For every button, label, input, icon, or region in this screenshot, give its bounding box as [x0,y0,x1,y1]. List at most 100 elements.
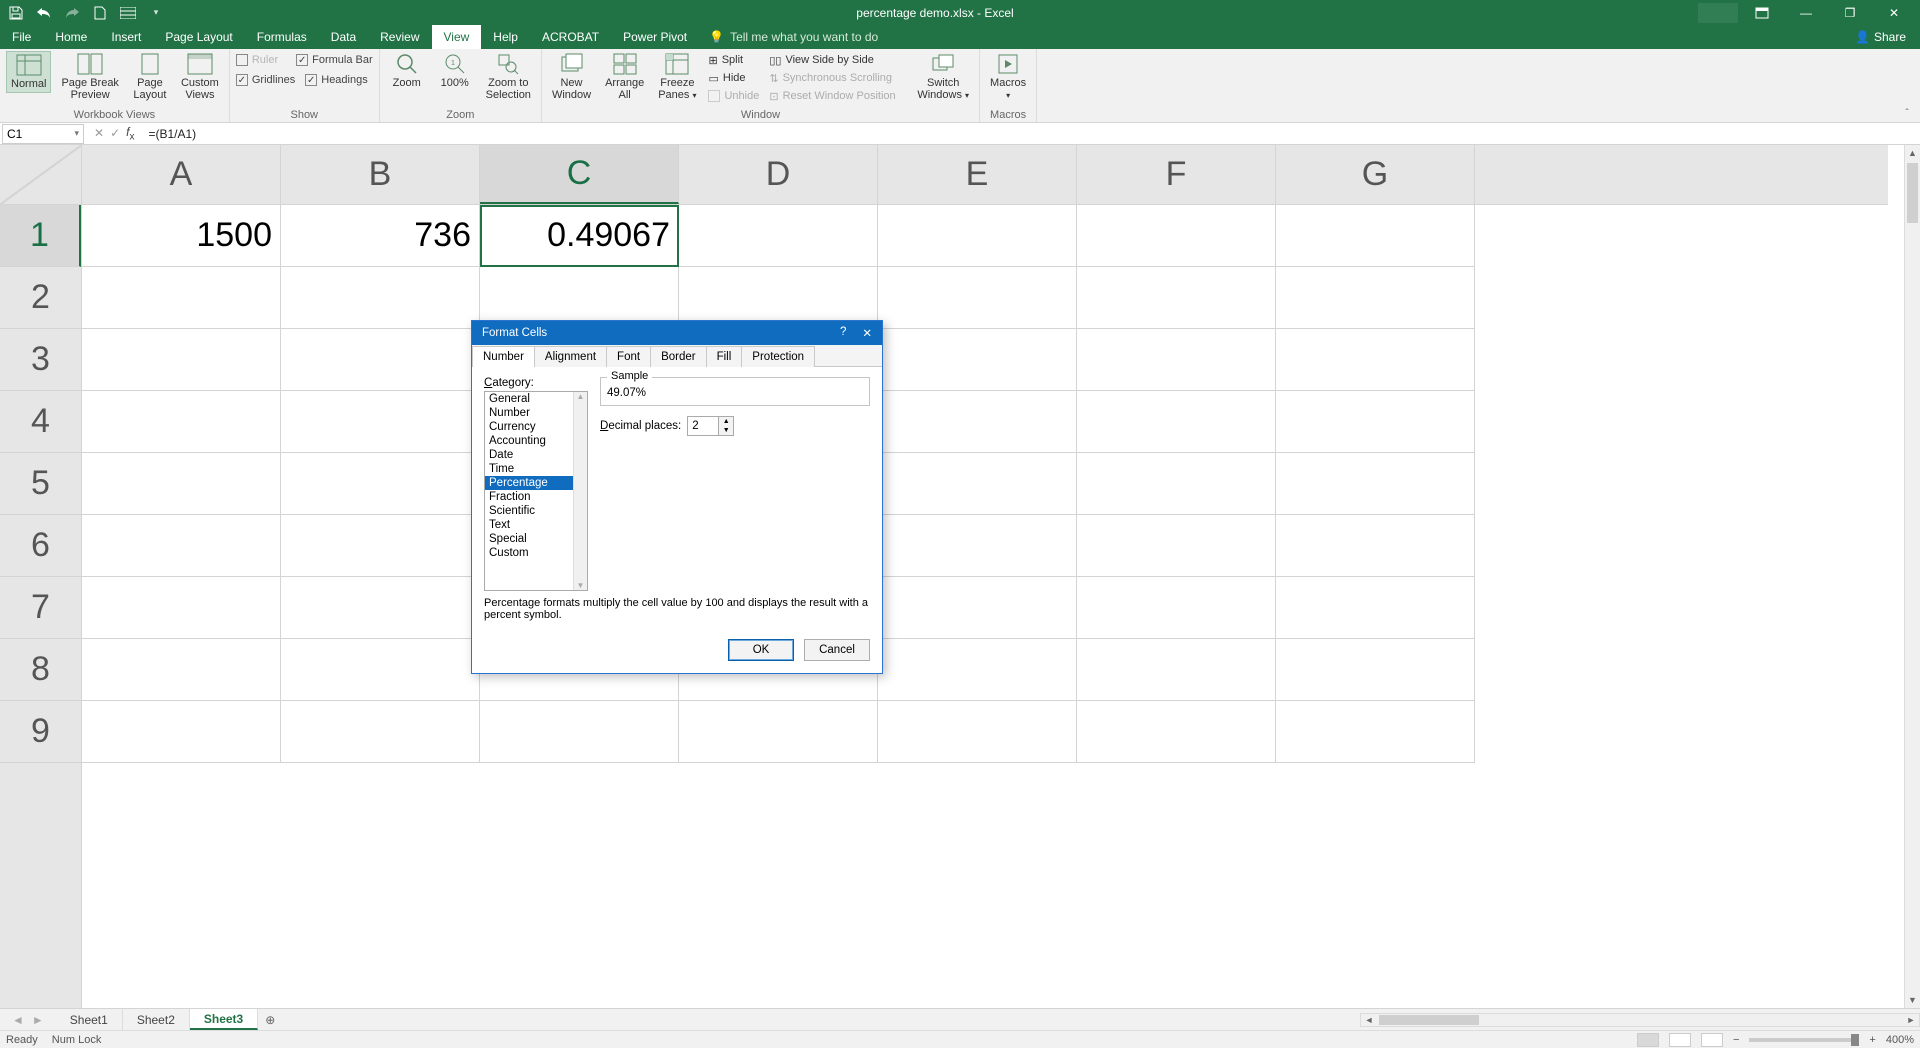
cell[interactable] [878,267,1077,329]
cell[interactable] [82,639,281,701]
redo-icon[interactable] [64,5,80,21]
sheet-nav-next-icon[interactable]: ► [32,1013,44,1027]
cell[interactable] [82,577,281,639]
scroll-left-icon[interactable]: ◄ [1361,1015,1377,1025]
dialog-help-icon[interactable]: ? [840,326,846,340]
row-header[interactable]: 5 [0,453,81,515]
cell[interactable] [1276,329,1475,391]
cell[interactable] [281,577,480,639]
chevron-down-icon[interactable]: ▾ [74,128,79,139]
cell[interactable] [82,391,281,453]
cell[interactable] [1077,205,1276,267]
cell[interactable] [679,701,878,763]
category-item[interactable]: Currency [485,420,587,434]
cell[interactable] [878,639,1077,701]
cell[interactable] [1077,329,1276,391]
cell[interactable] [1276,453,1475,515]
cell[interactable]: 0.49067 [480,205,679,267]
row-header[interactable]: 9 [0,701,81,763]
tab-data[interactable]: Data [319,25,368,49]
row-header[interactable]: 7 [0,577,81,639]
save-icon[interactable] [8,5,24,21]
cell[interactable] [1077,515,1276,577]
cell[interactable] [82,329,281,391]
sheet-tab[interactable]: Sheet2 [123,1009,190,1030]
cell[interactable] [878,515,1077,577]
cell[interactable] [1276,701,1475,763]
cell[interactable] [1077,267,1276,329]
cell[interactable] [82,515,281,577]
dialog-close-icon[interactable]: ✕ [862,326,872,340]
cell[interactable] [878,577,1077,639]
category-item[interactable]: Date [485,448,587,462]
view-side-by-side-button[interactable]: ▯▯View Side by Side [767,51,907,69]
category-item[interactable]: Special [485,532,587,546]
select-all-corner[interactable] [0,145,82,205]
category-item[interactable]: Accounting [485,434,587,448]
category-list[interactable]: GeneralNumberCurrencyAccountingDateTimeP… [484,391,588,591]
view-pagebreak-icon[interactable] [1701,1033,1723,1047]
tab-insert[interactable]: Insert [99,25,153,49]
zoom-in-button[interactable]: + [1869,1034,1875,1046]
category-item[interactable]: General [485,392,587,406]
cell[interactable] [82,701,281,763]
scroll-down-icon[interactable]: ▼ [1905,992,1920,1008]
cell[interactable] [878,453,1077,515]
spinner-down-icon[interactable]: ▼ [719,426,733,435]
view-normal-icon[interactable] [1637,1033,1659,1047]
custom-views-button[interactable]: Custom Views [177,51,223,103]
row-header[interactable]: 8 [0,639,81,701]
list-scrollbar[interactable]: ▲▼ [573,392,587,590]
column-header[interactable]: C [480,145,679,204]
column-header[interactable]: E [878,145,1077,204]
cell[interactable] [281,391,480,453]
cell[interactable] [878,701,1077,763]
category-item[interactable]: Percentage [485,476,587,490]
formula-input[interactable]: =(B1/A1) [142,127,1920,141]
vertical-scrollbar[interactable]: ▲ ▼ [1904,145,1920,1008]
dialog-tab[interactable]: Alignment [534,346,607,367]
row-header[interactable]: 2 [0,267,81,329]
tab-help[interactable]: Help [481,25,530,49]
zoom-selection-button[interactable]: Zoom to Selection [482,51,535,103]
zoom-out-button[interactable]: − [1733,1034,1739,1046]
tab-power-pivot[interactable]: Power Pivot [611,25,699,49]
cancel-formula-icon[interactable]: ✕ [94,126,104,140]
sheet-nav-prev-icon[interactable]: ◄ [12,1013,24,1027]
split-button[interactable]: ⊞Split [706,51,761,69]
cell[interactable] [82,453,281,515]
tab-view[interactable]: View [432,25,482,49]
ribbon-display-options-icon[interactable] [1742,0,1782,25]
cell[interactable] [480,701,679,763]
tell-me-search[interactable]: 💡 Tell me what you want to do [709,25,878,49]
slider-handle[interactable] [1851,1034,1859,1046]
page-break-preview-button[interactable]: Page Break Preview [57,51,122,103]
cancel-button[interactable]: Cancel [804,639,870,661]
cell[interactable] [1077,577,1276,639]
headings-checkbox[interactable]: ✓Headings [305,71,367,89]
dialog-tab[interactable]: Border [650,346,707,367]
dialog-title-bar[interactable]: Format Cells ? ✕ [472,321,882,345]
category-item[interactable]: Time [485,462,587,476]
arrange-all-button[interactable]: Arrange All [601,51,648,103]
row-header[interactable]: 4 [0,391,81,453]
zoom-level[interactable]: 400% [1886,1034,1914,1046]
cell[interactable] [679,205,878,267]
cell[interactable] [281,515,480,577]
cell[interactable] [1276,267,1475,329]
tab-home[interactable]: Home [43,25,99,49]
new-window-button[interactable]: New Window [548,51,595,103]
new-file-icon[interactable] [92,5,108,21]
tab-acrobat[interactable]: ACROBAT [530,25,611,49]
cell[interactable] [1276,639,1475,701]
collapse-ribbon-icon[interactable]: ˆ [1900,106,1914,120]
zoom-100-button[interactable]: 1100% [434,51,476,91]
hide-button[interactable]: ▭Hide [706,69,761,87]
switch-windows-button[interactable]: Switch Windows ▾ [913,51,973,103]
spinner-up-icon[interactable]: ▲ [719,417,733,426]
cell[interactable] [1077,391,1276,453]
close-button[interactable]: ✕ [1874,0,1914,25]
cell[interactable] [281,267,480,329]
category-item[interactable]: Number [485,406,587,420]
category-item[interactable]: Text [485,518,587,532]
